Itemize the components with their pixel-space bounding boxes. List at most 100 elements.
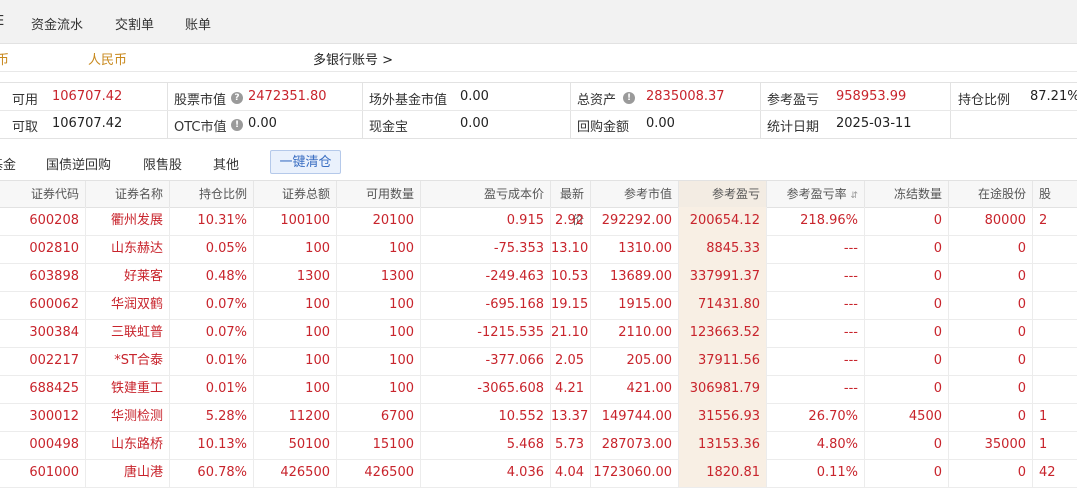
table-row[interactable]: 688425 铁建重工 0.01% 100 100 -3065.608 4.21 421.00… bbox=[0, 375, 1077, 404]
table-row[interactable]: 300384 三联虹普 0.07% 100 100 -1215.535 21.10 2110.… bbox=[0, 319, 1077, 348]
cell-total: 100 bbox=[254, 291, 337, 319]
table-row[interactable]: 002217 *ST合泰 0.01% 100 100 -377.066 2.05 205.00… bbox=[0, 347, 1077, 376]
cell-code: 002810 bbox=[0, 235, 86, 263]
table-row[interactable]: 000498 山东路桥 10.13% 50100 15100 5.468 5.73 28707… bbox=[0, 431, 1077, 460]
cell-available: 100 bbox=[337, 319, 421, 347]
position-subtabs: 基金 国债逆回购 限售股 其他 bbox=[0, 146, 1077, 178]
account-row: 币 人民币 多银行账号 > bbox=[0, 44, 1077, 72]
col-security-name[interactable]: 证券名称 bbox=[86, 181, 170, 207]
table-row[interactable]: 601000 唐山港 60.78% 426500 426500 4.036 4.04 1723… bbox=[0, 459, 1077, 488]
table-row[interactable]: 600208 衢州发展 10.31% 100100 20100 0.915 2.92 2922… bbox=[0, 207, 1077, 236]
col-frozen-qty[interactable]: 冻结数量 bbox=[865, 181, 949, 207]
cell-ref-pnl-rate: --- bbox=[767, 235, 865, 263]
otc-label: OTC市值 bbox=[174, 120, 227, 135]
currency-label-partial: 币 bbox=[0, 53, 10, 68]
cell-partial bbox=[1033, 375, 1077, 403]
cell-in-transit: 0 bbox=[949, 291, 1033, 319]
cell-frozen: 4500 bbox=[865, 403, 949, 431]
position-ratio-label: 持仓比例 bbox=[958, 93, 1011, 108]
cell-cost: -695.168 bbox=[421, 291, 551, 319]
cell-total: 100 bbox=[254, 375, 337, 403]
tab-delivery-order[interactable]: 交割单 bbox=[115, 14, 154, 33]
cell-ref-pnl-rate: --- bbox=[767, 375, 865, 403]
cell-total: 1300 bbox=[254, 263, 337, 291]
cell-price: 13.10 bbox=[551, 235, 591, 263]
cell-code: 603898 bbox=[0, 263, 86, 291]
cell-available: 20100 bbox=[337, 207, 421, 235]
repo-label: 回购金额 bbox=[577, 120, 630, 135]
table-row[interactable]: 603898 好莱客 0.48% 1300 1300 -249.463 10.53 13689… bbox=[0, 263, 1077, 292]
cell-name: 衢州发展 bbox=[86, 207, 170, 235]
cell-cost: -3065.608 bbox=[421, 375, 551, 403]
col-ref-market-value[interactable]: 参考市值 bbox=[591, 181, 679, 207]
col-total-shares[interactable]: 证券总额 bbox=[254, 181, 337, 207]
cell-code: 600208 bbox=[0, 207, 86, 235]
cell-ref-pnl: 123663.52 bbox=[679, 319, 767, 347]
col-in-transit[interactable]: 在途股份 bbox=[949, 181, 1033, 207]
cell-frozen: 0 bbox=[865, 347, 949, 375]
col-ref-pnl[interactable]: 参考盈亏 bbox=[679, 181, 767, 207]
cell-price: 21.10 bbox=[551, 319, 591, 347]
cell-name: 铁建重工 bbox=[86, 375, 170, 403]
offmarket-fund-value: 0.00 bbox=[460, 89, 489, 104]
help-icon[interactable]: ? bbox=[231, 90, 243, 105]
cell-cost: -377.066 bbox=[421, 347, 551, 375]
table-row[interactable]: 600062 华润双鹤 0.07% 100 100 -695.168 19.15 1915.0… bbox=[0, 291, 1077, 320]
cell-cost: 10.552 bbox=[421, 403, 551, 431]
col-ref-pnl-rate[interactable]: 参考盈亏率 ⇵ bbox=[767, 181, 865, 207]
clear-all-button[interactable]: 一键清仓 bbox=[270, 150, 341, 174]
info-icon[interactable]: ! bbox=[231, 117, 243, 132]
multi-bank-link[interactable]: 多银行账号 > bbox=[313, 49, 393, 68]
cell-market-value: 13689.00 bbox=[591, 263, 679, 291]
table-row[interactable]: 300012 华测检测 5.28% 11200 6700 10.552 13.37 14974… bbox=[0, 403, 1077, 432]
cell-cost: -75.353 bbox=[421, 235, 551, 263]
sort-icon[interactable]: ⇵ bbox=[850, 191, 858, 201]
table-header: 证券代码 证券名称 持仓比例 证券总额 可用数量 盈亏成本价 最新价 参考市值 … bbox=[0, 180, 1077, 227]
stat-date-label: 统计日期 bbox=[767, 120, 820, 135]
cell-ratio: 0.48% bbox=[170, 263, 254, 291]
cell-price: 2.92 bbox=[551, 207, 591, 235]
cell-frozen: 0 bbox=[865, 431, 949, 459]
info-icon[interactable]: ! bbox=[623, 90, 635, 105]
subtab-fund[interactable]: 基金 bbox=[0, 154, 16, 173]
total-assets-value: 2835008.37 bbox=[646, 89, 725, 104]
cell-partial: 1 bbox=[1033, 431, 1077, 459]
withdrawable-label: 可取 bbox=[12, 120, 39, 135]
cell-frozen: 0 bbox=[865, 459, 949, 487]
cell-ref-pnl-rate: 26.70% bbox=[767, 403, 865, 431]
col-available-qty[interactable]: 可用数量 bbox=[337, 181, 421, 207]
cell-name: *ST合泰 bbox=[86, 347, 170, 375]
subtab-restricted-stock[interactable]: 限售股 bbox=[143, 154, 182, 173]
col-partial[interactable]: 股 bbox=[1033, 181, 1077, 207]
col-position-ratio[interactable]: 持仓比例 bbox=[170, 181, 254, 207]
tab-fund-flow[interactable]: 资金流水 bbox=[31, 14, 83, 33]
cell-frozen: 0 bbox=[865, 291, 949, 319]
col-latest-price[interactable]: 最新价 bbox=[551, 181, 591, 227]
cell-in-transit: 0 bbox=[949, 263, 1033, 291]
stock-market-value: 2472351.80 bbox=[248, 89, 327, 104]
otc-value: 0.00 bbox=[248, 116, 277, 131]
tab-statement[interactable]: 账单 bbox=[185, 14, 211, 33]
cell-frozen: 0 bbox=[865, 207, 949, 235]
subtab-other[interactable]: 其他 bbox=[213, 154, 239, 173]
cell-code: 000498 bbox=[0, 431, 86, 459]
cell-ratio: 60.78% bbox=[170, 459, 254, 487]
cash-treasure-value: 0.00 bbox=[460, 116, 489, 131]
cell-market-value: 421.00 bbox=[591, 375, 679, 403]
cell-cost: -1215.535 bbox=[421, 319, 551, 347]
available-value: 106707.42 bbox=[52, 89, 123, 104]
cell-ref-pnl: 1820.81 bbox=[679, 459, 767, 487]
table-row[interactable]: 002810 山东赫达 0.05% 100 100 -75.353 13.10 1310.00… bbox=[0, 235, 1077, 264]
tab-partial[interactable]: E bbox=[0, 14, 4, 29]
cell-name: 山东赫达 bbox=[86, 235, 170, 263]
cell-market-value: 2110.00 bbox=[591, 319, 679, 347]
cell-price: 10.53 bbox=[551, 263, 591, 291]
col-security-code[interactable]: 证券代码 bbox=[0, 181, 86, 207]
stock-market-value-label: 股票市值 bbox=[174, 93, 227, 108]
cell-frozen: 0 bbox=[865, 235, 949, 263]
cell-name: 山东路桥 bbox=[86, 431, 170, 459]
cell-partial bbox=[1033, 263, 1077, 291]
cell-ratio: 10.31% bbox=[170, 207, 254, 235]
subtab-reverse-repo[interactable]: 国债逆回购 bbox=[46, 154, 111, 173]
col-cost-price[interactable]: 盈亏成本价 bbox=[421, 181, 551, 207]
